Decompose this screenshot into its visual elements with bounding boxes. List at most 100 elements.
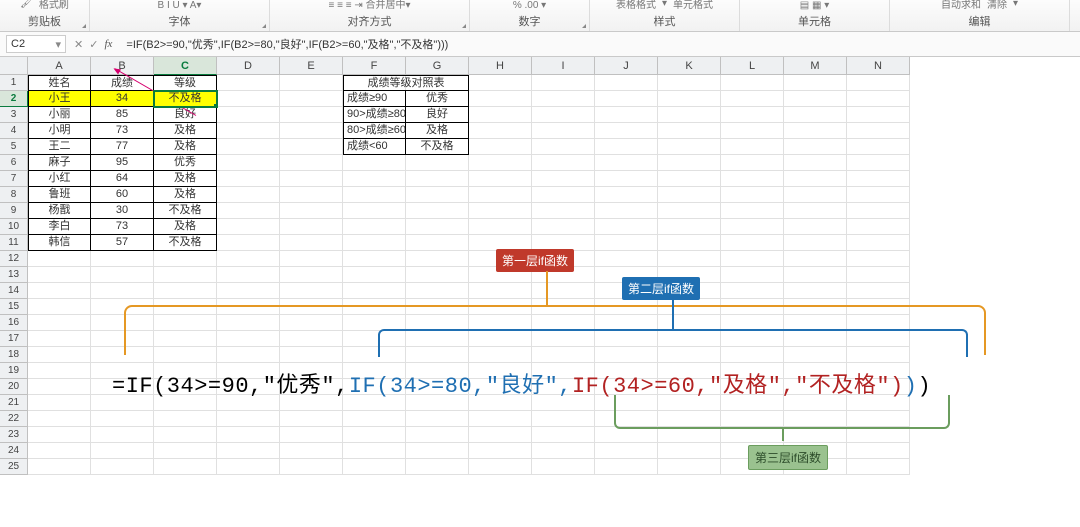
cell-J22[interactable] bbox=[595, 411, 658, 427]
cell-A12[interactable] bbox=[28, 251, 91, 267]
cell-C24[interactable] bbox=[154, 443, 217, 459]
cell-M10[interactable] bbox=[784, 219, 847, 235]
cell-D18[interactable] bbox=[217, 347, 280, 363]
cell-B25[interactable] bbox=[91, 459, 154, 475]
cell-H12[interactable] bbox=[469, 251, 532, 267]
cell-J23[interactable] bbox=[595, 427, 658, 443]
cell-M20[interactable] bbox=[784, 379, 847, 395]
cells-tools-icon[interactable]: ▤ ▦ ▾ bbox=[800, 0, 829, 11]
cell-M21[interactable] bbox=[784, 395, 847, 411]
cell-K23[interactable] bbox=[658, 427, 721, 443]
cell-K10[interactable] bbox=[658, 219, 721, 235]
cell-J25[interactable] bbox=[595, 459, 658, 475]
cell-F14[interactable] bbox=[343, 283, 406, 299]
cell-I15[interactable] bbox=[532, 299, 595, 315]
cell-E2[interactable] bbox=[280, 91, 343, 107]
clear-button[interactable]: 清除 bbox=[987, 0, 1007, 11]
cell-E23[interactable] bbox=[280, 427, 343, 443]
cell-A1[interactable]: 姓名 bbox=[28, 75, 91, 91]
row-header-21[interactable]: 21 bbox=[0, 395, 28, 411]
cell-H13[interactable] bbox=[469, 267, 532, 283]
cell-L24[interactable] bbox=[721, 443, 784, 459]
cell-G9[interactable] bbox=[406, 203, 469, 219]
row-header-10[interactable]: 10 bbox=[0, 219, 28, 235]
cell-H9[interactable] bbox=[469, 203, 532, 219]
cell-G23[interactable] bbox=[406, 427, 469, 443]
cell-A5[interactable]: 王二 bbox=[28, 139, 91, 155]
cell-L18[interactable] bbox=[721, 347, 784, 363]
cell-I4[interactable] bbox=[532, 123, 595, 139]
cell-B9[interactable]: 30 bbox=[91, 203, 154, 219]
cell-G20[interactable] bbox=[406, 379, 469, 395]
cell-A9[interactable]: 杨戬 bbox=[28, 203, 91, 219]
cell-E9[interactable] bbox=[280, 203, 343, 219]
cell-I6[interactable] bbox=[532, 155, 595, 171]
cell-D15[interactable] bbox=[217, 299, 280, 315]
cell-G8[interactable] bbox=[406, 187, 469, 203]
cell-B21[interactable] bbox=[91, 395, 154, 411]
cell-L11[interactable] bbox=[721, 235, 784, 251]
cell-K12[interactable] bbox=[658, 251, 721, 267]
cell-K4[interactable] bbox=[658, 123, 721, 139]
cell-A16[interactable] bbox=[28, 315, 91, 331]
cell-K20[interactable] bbox=[658, 379, 721, 395]
cell-M11[interactable] bbox=[784, 235, 847, 251]
cell-G3[interactable]: 良好 bbox=[406, 107, 469, 123]
cell-K17[interactable] bbox=[658, 331, 721, 347]
cell-D12[interactable] bbox=[217, 251, 280, 267]
cell-K1[interactable] bbox=[658, 75, 721, 91]
cell-F11[interactable] bbox=[343, 235, 406, 251]
cell-N3[interactable] bbox=[847, 107, 910, 123]
dialog-launcher-icon[interactable] bbox=[262, 24, 266, 28]
cell-N1[interactable] bbox=[847, 75, 910, 91]
cell-H18[interactable] bbox=[469, 347, 532, 363]
cell-H10[interactable] bbox=[469, 219, 532, 235]
cell-J9[interactable] bbox=[595, 203, 658, 219]
cell-C15[interactable] bbox=[154, 299, 217, 315]
cell-D8[interactable] bbox=[217, 187, 280, 203]
cell-K3[interactable] bbox=[658, 107, 721, 123]
cell-H8[interactable] bbox=[469, 187, 532, 203]
cell-L16[interactable] bbox=[721, 315, 784, 331]
cell-I7[interactable] bbox=[532, 171, 595, 187]
cell-J24[interactable] bbox=[595, 443, 658, 459]
cell-B5[interactable]: 77 bbox=[91, 139, 154, 155]
cell-E14[interactable] bbox=[280, 283, 343, 299]
cell-D17[interactable] bbox=[217, 331, 280, 347]
cell-I13[interactable] bbox=[532, 267, 595, 283]
column-header-H[interactable]: H bbox=[469, 57, 532, 75]
cell-D3[interactable] bbox=[217, 107, 280, 123]
cell-M8[interactable] bbox=[784, 187, 847, 203]
cell-M16[interactable] bbox=[784, 315, 847, 331]
cell-A21[interactable] bbox=[28, 395, 91, 411]
cell-B2[interactable]: 34 bbox=[91, 91, 154, 107]
cell-H22[interactable] bbox=[469, 411, 532, 427]
cell-C12[interactable] bbox=[154, 251, 217, 267]
cell-B6[interactable]: 95 bbox=[91, 155, 154, 171]
confirm-icon[interactable]: ✓ bbox=[89, 38, 98, 51]
cell-C1[interactable]: 等级 bbox=[154, 75, 217, 91]
cell-M7[interactable] bbox=[784, 171, 847, 187]
cell-I18[interactable] bbox=[532, 347, 595, 363]
cell-A23[interactable] bbox=[28, 427, 91, 443]
cell-E13[interactable] bbox=[280, 267, 343, 283]
cell-E5[interactable] bbox=[280, 139, 343, 155]
cell-N7[interactable] bbox=[847, 171, 910, 187]
cell-N9[interactable] bbox=[847, 203, 910, 219]
cell-C20[interactable] bbox=[154, 379, 217, 395]
cell-L4[interactable] bbox=[721, 123, 784, 139]
cell-K5[interactable] bbox=[658, 139, 721, 155]
cell-H17[interactable] bbox=[469, 331, 532, 347]
cell-K2[interactable] bbox=[658, 91, 721, 107]
cell-B23[interactable] bbox=[91, 427, 154, 443]
cell-F19[interactable] bbox=[343, 363, 406, 379]
cell-L1[interactable] bbox=[721, 75, 784, 91]
cell-G22[interactable] bbox=[406, 411, 469, 427]
cell-K19[interactable] bbox=[658, 363, 721, 379]
cell-H6[interactable] bbox=[469, 155, 532, 171]
cell-B10[interactable]: 73 bbox=[91, 219, 154, 235]
cell-N17[interactable] bbox=[847, 331, 910, 347]
column-header-J[interactable]: J bbox=[595, 57, 658, 75]
cell-N11[interactable] bbox=[847, 235, 910, 251]
cell-F24[interactable] bbox=[343, 443, 406, 459]
